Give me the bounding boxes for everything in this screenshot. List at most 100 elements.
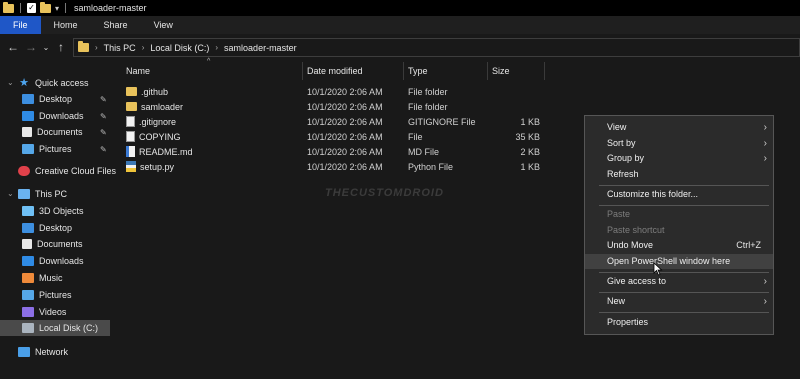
- sidebar-item-creative-cloud-files[interactable]: Creative Cloud Files: [18, 163, 116, 179]
- menu-item-refresh[interactable]: Refresh: [585, 167, 773, 182]
- sidebar-item-this-pc[interactable]: This PC: [18, 186, 67, 202]
- tab-home[interactable]: Home: [41, 16, 91, 34]
- sidebar-item-downloads-pc[interactable]: Downloads: [22, 253, 84, 269]
- menu-item-customize-folder[interactable]: Customize this folder...: [585, 187, 773, 202]
- sidebar-item-downloads[interactable]: Downloads: [22, 108, 84, 124]
- table-row[interactable]: setup.py 10/1/2020 2:06 AM Python File 1…: [122, 159, 552, 174]
- new-folder-icon[interactable]: [40, 1, 51, 13]
- sidebar-item-documents[interactable]: Documents: [22, 124, 83, 140]
- address-bar[interactable]: › This PC › Local Disk (C:) › samloader-…: [73, 38, 800, 57]
- chevron-right-icon: ›: [763, 153, 767, 164]
- file-size: 2 KB: [520, 146, 540, 157]
- column-divider[interactable]: [403, 62, 404, 80]
- column-divider[interactable]: [487, 62, 488, 80]
- pin-icon[interactable]: ✎: [100, 112, 107, 121]
- file-name-cell: .gitignore: [126, 116, 176, 127]
- file-name-cell: setup.py: [126, 161, 174, 172]
- watermark: THECUSTOMDROID: [325, 187, 444, 199]
- tab-file[interactable]: File: [0, 16, 41, 34]
- file-type: MD File: [408, 146, 439, 157]
- recent-locations-chevron-icon[interactable]: ⌄: [40, 43, 52, 52]
- table-row[interactable]: samloader 10/1/2020 2:06 AM File folder: [122, 99, 552, 114]
- column-header-type[interactable]: Type: [408, 62, 428, 80]
- sidebar-item-quick-access[interactable]: ★ Quick access: [18, 75, 89, 91]
- sidebar-item-network[interactable]: Network: [18, 344, 68, 360]
- sidebar-item-music[interactable]: Music: [22, 270, 63, 286]
- menu-item-paste[interactable]: Paste: [585, 207, 773, 222]
- sidebar-item-label: Documents: [37, 127, 83, 137]
- downloads-icon: [22, 111, 34, 121]
- column-header-name[interactable]: Name: [126, 62, 150, 80]
- sidebar-item-3d-objects[interactable]: 3D Objects: [22, 203, 84, 219]
- sidebar-item-label: Downloads: [39, 111, 84, 121]
- table-row[interactable]: .github 10/1/2020 2:06 AM File folder: [122, 84, 552, 99]
- breadcrumb-separator-icon[interactable]: ›: [142, 43, 145, 52]
- sidebar-item-label: Music: [39, 273, 63, 283]
- chevron-down-icon[interactable]: ⌄: [7, 78, 14, 87]
- menu-divider: [599, 292, 769, 293]
- column-header-date[interactable]: Date modified: [307, 62, 363, 80]
- table-row[interactable]: .gitignore 10/1/2020 2:06 AM GITIGNORE F…: [122, 114, 552, 129]
- breadcrumb-this-pc[interactable]: This PC: [104, 43, 136, 53]
- menu-item-new[interactable]: New ›: [585, 294, 773, 309]
- pin-icon[interactable]: ✎: [100, 128, 107, 137]
- navigation-pane: ⌄ ★ Quick access Desktop ✎ Downloads ✎ D…: [0, 74, 116, 379]
- menu-item-view[interactable]: View ›: [585, 120, 773, 135]
- chevron-down-icon[interactable]: ⌄: [7, 189, 14, 198]
- sidebar-item-documents-pc[interactable]: Documents: [22, 236, 83, 252]
- file-type: Python File: [408, 161, 454, 172]
- menu-item-open-powershell[interactable]: Open PowerShell window here: [585, 254, 773, 269]
- properties-icon[interactable]: ✓: [27, 3, 36, 13]
- file-size: 1 KB: [520, 116, 540, 127]
- menu-item-label: Give access to: [607, 276, 667, 286]
- sidebar-item-label: Pictures: [39, 290, 72, 300]
- back-arrow-icon[interactable]: ←: [4, 40, 22, 54]
- sidebar-item-label: Quick access: [35, 78, 89, 88]
- pictures-icon: [22, 144, 34, 154]
- markdown-file-icon: [126, 146, 135, 157]
- sidebar-item-local-disk[interactable]: Local Disk (C:): [0, 320, 110, 336]
- computer-icon: [18, 189, 30, 199]
- table-row[interactable]: README.md 10/1/2020 2:06 AM MD File 2 KB: [122, 144, 552, 159]
- breadcrumb-separator-icon[interactable]: ›: [215, 43, 218, 52]
- file-name-cell: README.md: [126, 146, 193, 157]
- menu-item-paste-shortcut[interactable]: Paste shortcut: [585, 223, 773, 238]
- pin-icon[interactable]: ✎: [100, 145, 107, 154]
- folder-icon: [126, 102, 137, 111]
- sidebar-item-pictures-pc[interactable]: Pictures: [22, 287, 72, 303]
- sidebar-item-desktop[interactable]: Desktop: [22, 91, 72, 107]
- column-divider[interactable]: [302, 62, 303, 80]
- sidebar-item-label: Local Disk (C:): [39, 323, 99, 333]
- sidebar-item-pictures[interactable]: Pictures: [22, 141, 72, 157]
- menu-item-group-by[interactable]: Group by ›: [585, 151, 773, 166]
- menu-item-label: Customize this folder...: [607, 189, 699, 199]
- table-row[interactable]: COPYING 10/1/2020 2:06 AM File 35 KB: [122, 129, 552, 144]
- breadcrumb-separator-icon[interactable]: ›: [95, 43, 98, 52]
- sidebar-item-label: Pictures: [39, 144, 72, 154]
- pin-icon[interactable]: ✎: [100, 95, 107, 104]
- tab-view[interactable]: View: [141, 16, 186, 34]
- sidebar-item-label: Creative Cloud Files: [35, 166, 117, 176]
- tab-share[interactable]: Share: [91, 16, 141, 34]
- network-icon: [18, 347, 30, 357]
- sidebar-item-videos[interactable]: Videos: [22, 304, 66, 320]
- customize-toolbar-icon[interactable]: ▾: [55, 4, 59, 13]
- breadcrumb-local-disk[interactable]: Local Disk (C:): [150, 43, 209, 53]
- file-name: setup.py: [140, 161, 175, 172]
- chevron-right-icon: ›: [763, 296, 767, 307]
- column-header-size[interactable]: Size: [492, 62, 510, 80]
- file-icon: [126, 131, 135, 142]
- quick-access-toolbar: ✓ ▾: [0, 1, 68, 13]
- chevron-right-icon: ›: [763, 122, 767, 133]
- file-name-cell: .github: [126, 87, 168, 97]
- menu-item-sort-by[interactable]: Sort by ›: [585, 136, 773, 151]
- sidebar-item-desktop-pc[interactable]: Desktop: [22, 220, 72, 236]
- breadcrumb-samloader-master[interactable]: samloader-master: [224, 43, 297, 53]
- forward-arrow-icon[interactable]: →: [22, 40, 40, 54]
- column-divider[interactable]: [544, 62, 545, 80]
- up-arrow-icon[interactable]: ↑: [52, 40, 70, 54]
- menu-item-label: Paste shortcut: [607, 225, 665, 235]
- menu-item-undo-move[interactable]: Undo Move Ctrl+Z: [585, 238, 773, 253]
- menu-item-properties[interactable]: Properties: [585, 315, 773, 330]
- menu-item-give-access-to[interactable]: Give access to ›: [585, 274, 773, 289]
